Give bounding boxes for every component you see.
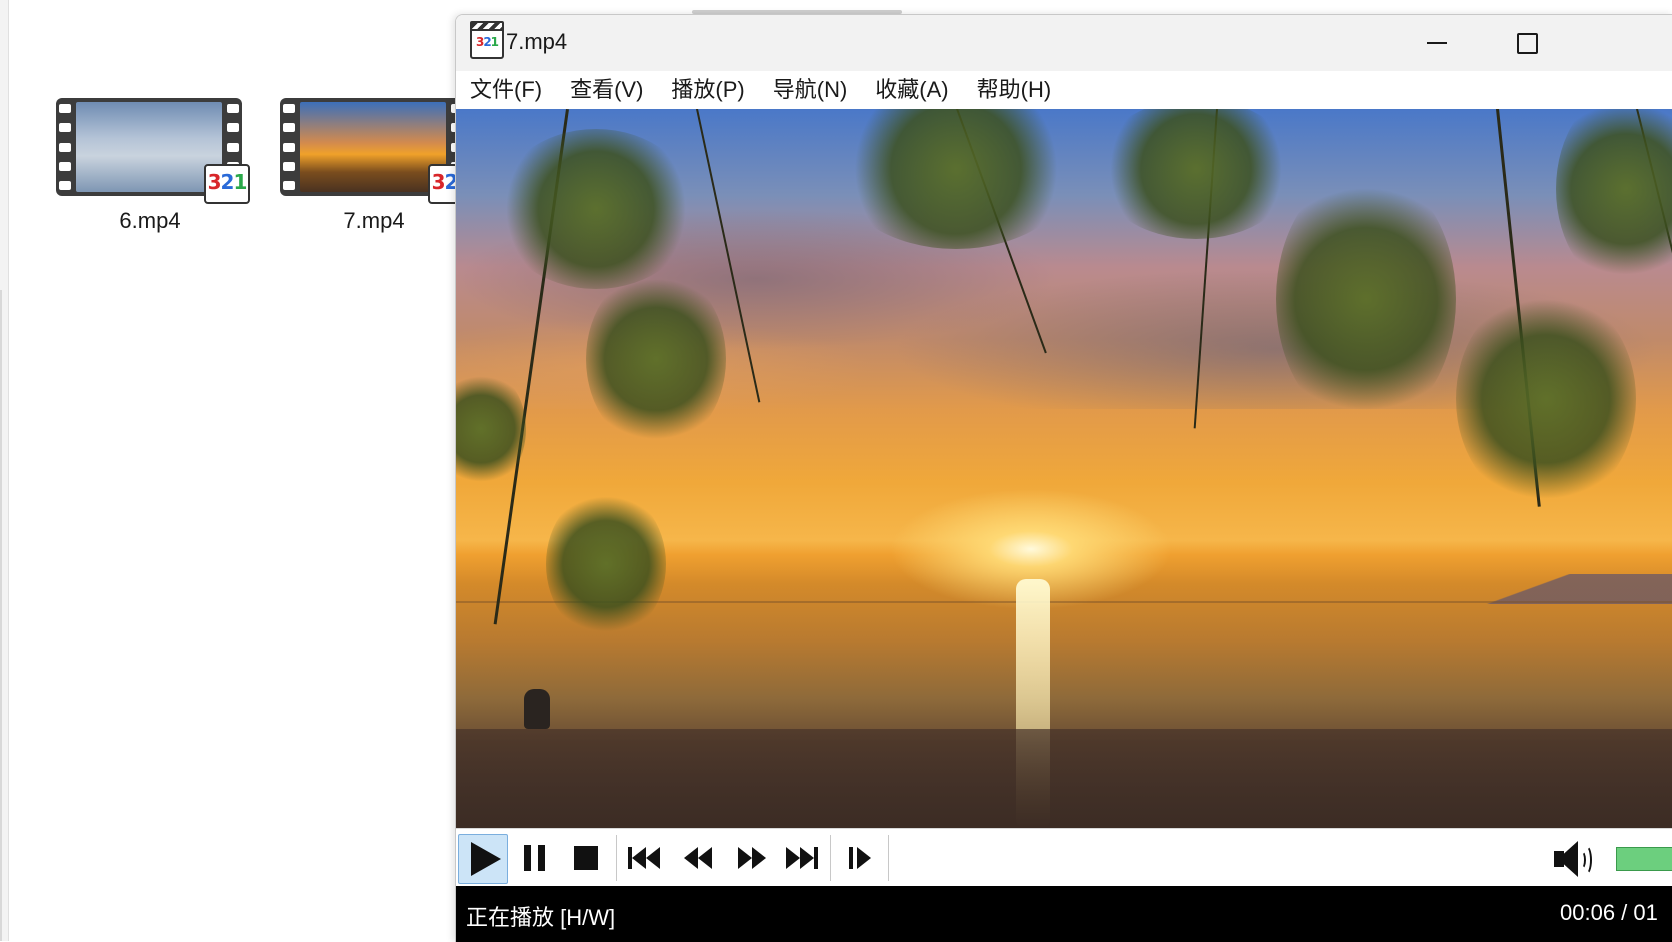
window-title: 7.mp4 bbox=[506, 29, 568, 54]
explorer-divider bbox=[0, 290, 2, 941]
stop-icon bbox=[574, 846, 598, 870]
stop-button[interactable] bbox=[562, 834, 610, 882]
play-icon bbox=[471, 842, 501, 876]
minimize-button[interactable] bbox=[1392, 15, 1482, 71]
video-leaves bbox=[496, 129, 696, 289]
menu-play[interactable]: 播放(P) bbox=[657, 71, 758, 109]
pause-button[interactable] bbox=[510, 834, 558, 882]
rewind-icon bbox=[684, 847, 712, 869]
title-bar[interactable]: 321 7.mp4 bbox=[456, 15, 1672, 71]
skip-next-button[interactable] bbox=[778, 834, 826, 882]
playback-toolbar bbox=[456, 828, 1672, 887]
fast-forward-icon bbox=[738, 847, 766, 869]
skip-previous-icon bbox=[628, 847, 660, 869]
pause-icon bbox=[523, 845, 545, 871]
media-player-window: 321 7.mp4 文件(F) 查看(V) 播放(P) 导航(N) 收藏(A) … bbox=[455, 14, 1672, 942]
video-shore bbox=[456, 729, 1672, 828]
video-display[interactable] bbox=[456, 109, 1672, 828]
menu-help[interactable]: 帮助(H) bbox=[963, 71, 1066, 109]
skip-next-icon bbox=[786, 847, 818, 869]
file-name-label: 7.mp4 bbox=[343, 208, 405, 233]
status-bar: 正在播放 [H/W] 00:06 / 01 bbox=[456, 886, 1672, 942]
volume-slider[interactable] bbox=[1616, 847, 1672, 871]
file-icon-6-mp4[interactable]: 321 6.mp4 bbox=[54, 96, 250, 246]
play-button[interactable] bbox=[458, 834, 508, 884]
desktop: 321 6.mp4 321 7.mp4 321 7.mp4 文件(F) 查看(V… bbox=[0, 0, 1672, 942]
file-icon-7-mp4[interactable]: 321 7.mp4 bbox=[278, 96, 474, 246]
mpc-321-badge-icon: 321 bbox=[204, 164, 250, 204]
menu-favorites[interactable]: 收藏(A) bbox=[861, 71, 962, 109]
video-leaves bbox=[1456, 289, 1636, 509]
time-display[interactable]: 00:06 / 01 bbox=[1560, 900, 1658, 926]
menu-bar: 文件(F) 查看(V) 播放(P) 导航(N) 收藏(A) 帮助(H) bbox=[456, 71, 1672, 109]
mpc-hc-app-icon: 321 bbox=[470, 21, 504, 59]
skip-previous-button[interactable] bbox=[620, 834, 668, 882]
fast-forward-button[interactable] bbox=[728, 834, 776, 882]
file-name-label: 6.mp4 bbox=[119, 208, 181, 233]
menu-view[interactable]: 查看(V) bbox=[556, 71, 657, 109]
mute-button[interactable] bbox=[1550, 839, 1598, 879]
playback-status: 正在播放 [H/W] bbox=[466, 905, 616, 930]
menu-navigate[interactable]: 导航(N) bbox=[759, 71, 862, 109]
toolbar-separator bbox=[888, 835, 889, 881]
frame-step-button[interactable] bbox=[836, 834, 884, 882]
minimize-icon bbox=[1427, 42, 1447, 44]
video-leaves bbox=[1276, 169, 1456, 429]
maximize-button[interactable] bbox=[1482, 15, 1572, 71]
sunset-thumbnail-image bbox=[300, 102, 446, 192]
video-leaves bbox=[546, 489, 666, 639]
maximize-icon bbox=[1516, 32, 1538, 54]
rewind-button[interactable] bbox=[674, 834, 722, 882]
video-dog-silhouette bbox=[524, 689, 550, 729]
seagulls-thumbnail-image bbox=[76, 102, 222, 192]
video-leaves bbox=[586, 269, 726, 449]
frame-step-icon bbox=[849, 847, 871, 869]
menu-file[interactable]: 文件(F) bbox=[456, 71, 556, 109]
video-distant-mountain bbox=[1443, 574, 1672, 604]
toolbar-separator bbox=[616, 835, 617, 881]
toolbar-separator bbox=[830, 835, 831, 881]
